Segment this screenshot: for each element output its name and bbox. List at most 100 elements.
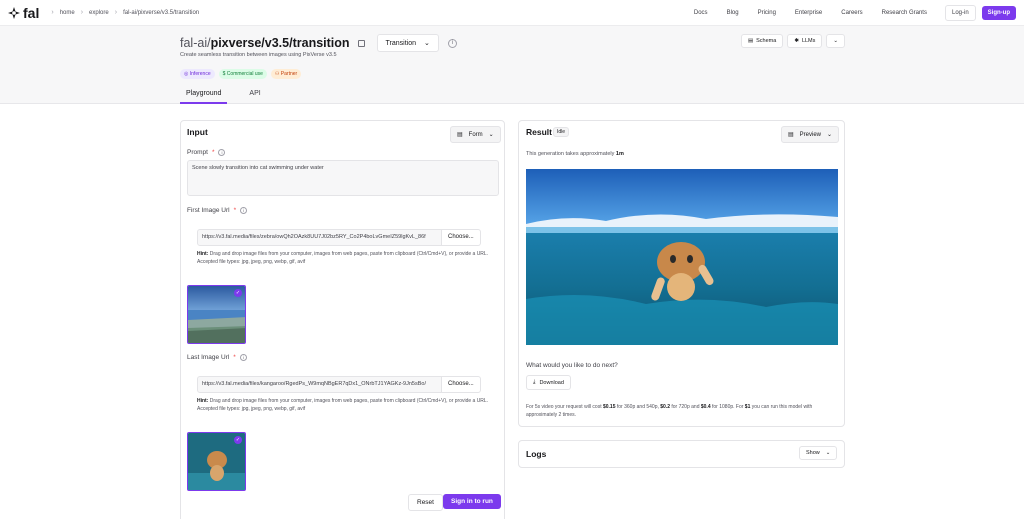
form-icon: ▤ <box>457 132 463 138</box>
breadcrumb-home[interactable]: home <box>60 10 75 16</box>
download-icon: ⤓ <box>533 379 536 385</box>
logs-show-button[interactable]: Show ⌄ <box>799 446 838 460</box>
prompt-input[interactable]: Scene slowly transition into cat swimmin… <box>187 160 499 196</box>
top-bar: fal › home › explore › fal-ai/pixverse/v… <box>0 0 1024 26</box>
selected-check-icon: ✓ <box>234 436 242 444</box>
next-question: What would you like to do next? <box>526 362 618 369</box>
chevron-down-icon: ⌄ <box>827 132 833 138</box>
first-image-url-row: https://v3.fal.media/files/zebra/owQh2OA… <box>197 229 481 246</box>
last-image-url-input[interactable]: https://v3.fal.media/files/kangaroo/Rged… <box>197 376 442 393</box>
input-title: Input <box>187 127 208 137</box>
logs-title: Logs <box>526 449 547 459</box>
hint-bold: Hint: <box>197 398 209 404</box>
chevron-right-icon: › <box>51 9 54 16</box>
nav-careers[interactable]: Careers <box>841 10 862 16</box>
cost-text-1: For 5s video your request will cost <box>526 404 602 410</box>
approx-value: 1m <box>615 151 624 157</box>
info-icon[interactable]: i <box>447 38 457 48</box>
preview-icon: ▤ <box>788 132 794 138</box>
last-image-url-row: https://v3.fal.media/files/kangaroo/Rged… <box>197 376 481 393</box>
title-row: fal-ai/pixverse/v3.5/transition Transiti… <box>180 34 457 52</box>
first-image-choose-button[interactable]: Choose... <box>442 229 481 246</box>
schema-button[interactable]: ▤ Schema <box>740 34 784 48</box>
badge-commercial: $ Commercial use <box>218 69 267 79</box>
prompt-label-text: Prompt <box>187 149 208 156</box>
copy-icon[interactable] <box>357 39 365 47</box>
schema-label: Schema <box>756 38 777 44</box>
first-image-label: First Image Url * i <box>187 207 248 214</box>
tab-bar: Playground API <box>180 86 267 104</box>
info-icon[interactable]: i <box>240 207 248 214</box>
signup-button[interactable]: Sign-up <box>981 6 1016 20</box>
underwater-cat-result-image <box>526 169 838 345</box>
page-title: fal-ai/pixverse/v3.5/transition <box>180 36 350 50</box>
selected-check-icon: ✓ <box>234 289 242 297</box>
last-image-label: Last Image Url * i <box>187 354 247 361</box>
breadcrumb-explore[interactable]: explore <box>89 10 109 16</box>
breadcrumb-model[interactable]: fal-ai/pixverse/v3.5/transition <box>123 10 199 16</box>
form-toggle[interactable]: ▤ Form ⌄ <box>450 126 501 143</box>
login-button[interactable]: Log-in <box>944 5 976 21</box>
llms-button[interactable]: ✱ LLMs <box>787 34 823 48</box>
cost-value-3: $0.4 <box>700 404 711 410</box>
cost-text-2: for 360p and 540p, <box>616 404 659 410</box>
chevron-down-icon: ⌄ <box>825 450 831 456</box>
last-image-thumbnail[interactable]: ✓ <box>187 432 246 491</box>
form-label: Form <box>468 131 483 138</box>
breadcrumb: › home › explore › fal-ai/pixverse/v3.5/… <box>51 9 199 16</box>
nav-enterprise[interactable]: Enterprise <box>795 10 822 16</box>
fal-logo-icon <box>8 6 20 19</box>
download-button[interactable]: ⤓ Download <box>526 375 571 390</box>
badge-partner-label: Partner <box>280 71 298 77</box>
result-preview-image[interactable] <box>526 169 838 345</box>
info-icon[interactable]: i <box>239 354 247 361</box>
logo-text: fal <box>23 4 40 21</box>
status-badge: Idle <box>553 127 570 137</box>
tab-playground[interactable]: Playground <box>180 86 228 104</box>
cost-value-4: $1 <box>744 404 751 410</box>
first-image-hint: Hint: Drag and drop image files from you… <box>197 250 497 266</box>
document-icon: ▤ <box>747 38 754 44</box>
tab-api[interactable]: API <box>243 86 266 104</box>
chevron-right-icon: › <box>80 9 84 16</box>
chevron-right-icon: › <box>114 9 118 16</box>
sign-in-to-run-button[interactable]: Sign in to run <box>443 494 501 509</box>
badge-list: ◎ Inference $ Commercial use ⚇ Partner <box>180 69 302 79</box>
info-icon[interactable]: i <box>218 149 226 156</box>
approx-time: This generation takes approximately 1m <box>526 151 624 157</box>
title-main: pixverse/v3.5/transition <box>210 36 350 50</box>
result-title: Result <box>526 127 552 137</box>
approx-prefix: This generation takes approximately <box>526 151 615 157</box>
chevron-down-icon: ⌄ <box>833 38 838 44</box>
hint-text: Drag and drop image files from your comp… <box>197 251 489 265</box>
top-nav: Docs Blog Pricing Enterprise Careers Res… <box>675 0 1016 26</box>
title-prefix: fal-ai/ <box>180 36 211 50</box>
reset-button[interactable]: Reset <box>408 494 443 511</box>
required-mark: * <box>211 149 215 156</box>
download-label: Download <box>539 379 564 386</box>
chevron-down-icon: ⌄ <box>424 40 430 47</box>
nav-blog[interactable]: Blog <box>727 10 739 16</box>
required-mark: * <box>233 354 236 361</box>
nav-docs[interactable]: Docs <box>694 10 708 16</box>
prompt-label: Prompt * i <box>187 149 226 156</box>
variant-select[interactable]: Transition ⌄ <box>376 34 439 52</box>
header-actions: ▤ Schema ✱ LLMs ⌄ <box>740 34 845 48</box>
cost-value-2: $0.2 <box>660 404 670 410</box>
hint-bold: Hint: <box>197 251 209 257</box>
llms-dropdown-button[interactable]: ⌄ <box>826 34 845 48</box>
last-image-choose-button[interactable]: Choose... <box>442 376 481 393</box>
page-subtitle: Create seamless transition between image… <box>180 52 337 58</box>
cost-info: For 5s video your request will cost $0.1… <box>526 403 838 419</box>
fal-logo[interactable]: fal <box>8 5 39 21</box>
preview-label: Preview <box>799 131 822 138</box>
nav-pricing[interactable]: Pricing <box>758 10 776 16</box>
model-header: fal-ai/pixverse/v3.5/transition Transiti… <box>0 26 1024 104</box>
nav-research-grants[interactable]: Research Grants <box>882 10 927 16</box>
first-image-thumbnail[interactable]: ✓ <box>187 285 246 344</box>
required-mark: * <box>233 207 237 214</box>
show-label: Show <box>806 450 820 456</box>
first-image-url-input[interactable]: https://v3.fal.media/files/zebra/owQh2OA… <box>197 229 442 246</box>
cost-text-3: for 720p and <box>671 404 700 410</box>
preview-toggle[interactable]: ▤ Preview ⌄ <box>781 126 840 143</box>
